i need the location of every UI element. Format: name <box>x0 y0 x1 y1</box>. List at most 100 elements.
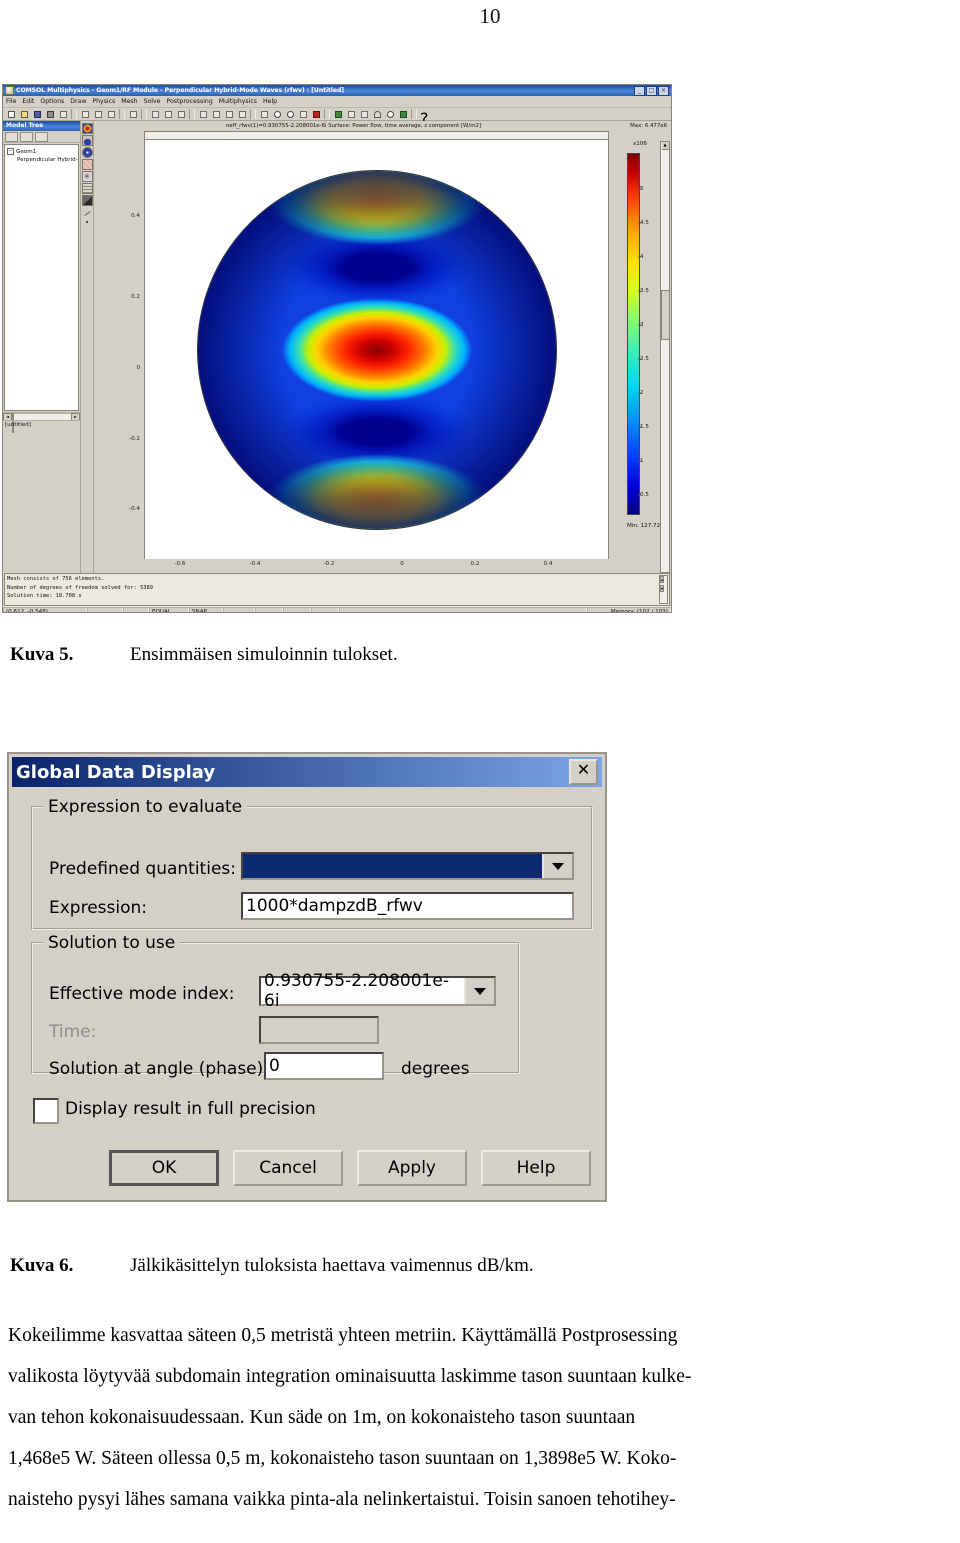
help-button[interactable]: Help <box>481 1150 591 1186</box>
scroll-up-icon[interactable]: ▲ <box>661 142 669 150</box>
mesh-stats-icon[interactable] <box>175 108 187 120</box>
tree-node-perpendicular-hybrid-mode[interactable]: Perpendicular Hybrid-M <box>7 156 78 164</box>
status-snap-indicator[interactable]: SNAP <box>189 607 223 612</box>
menu-item-multiphysics[interactable]: Multiphysics <box>219 98 257 105</box>
log-scrollbar[interactable]: ▲ ▼ <box>659 575 668 604</box>
tree-expander-icon[interactable]: − <box>7 148 14 155</box>
zoom-in-icon[interactable] <box>271 108 283 120</box>
x-tick-4: 0.2 <box>470 561 480 567</box>
circle-icon[interactable] <box>384 108 396 120</box>
status-equal-indicator[interactable]: EQUAL <box>149 607 189 612</box>
x-tick-3: 0 <box>400 561 404 567</box>
model-tree-hscrollbar[interactable]: ◄ ► <box>3 412 80 434</box>
boundary-settings-icon[interactable] <box>81 171 93 182</box>
window-title: COMSOL Multiphysics - Geom1/RF Module - … <box>16 87 345 94</box>
toolbar-separator <box>411 109 417 119</box>
status-bar: (0.612, -0.548) EQUAL SNAP Memory: (102 … <box>3 606 671 612</box>
close-icon[interactable]: ✕ <box>569 759 598 785</box>
draw-line-icon[interactable] <box>83 207 92 216</box>
effective-mode-index-combo[interactable]: 0.930755-2.208001e-6i <box>259 971 496 1011</box>
solution-at-angle-input[interactable]: 0 <box>264 1052 384 1080</box>
solution-group-label: Solution to use <box>43 933 181 953</box>
model-navigator-icon[interactable] <box>57 108 69 120</box>
figure-caption-kuva5: Kuva 5. Ensimmäisen simuloinnin tulokset. <box>10 644 398 666</box>
tree-tool-2-icon[interactable] <box>20 131 33 142</box>
rotate-icon[interactable] <box>345 108 357 120</box>
scale-icon[interactable] <box>358 108 370 120</box>
status-cell-blank-2 <box>123 607 149 612</box>
solution-at-angle-label: Solution at angle (phase): <box>49 1059 270 1079</box>
menu-item-help[interactable]: Help <box>263 98 277 105</box>
cut-icon[interactable] <box>79 108 91 120</box>
chevron-down-icon[interactable] <box>542 854 572 878</box>
cancel-button[interactable]: Cancel <box>233 1150 343 1186</box>
log-scroll-down-icon[interactable]: ▼ <box>660 584 665 592</box>
menu-item-edit[interactable]: Edit <box>22 98 34 105</box>
chevron-down-icon[interactable] <box>464 978 494 1004</box>
check-icon[interactable] <box>332 108 344 120</box>
solver-params-icon[interactable] <box>223 108 235 120</box>
menu-item-options[interactable]: Options <box>40 98 64 105</box>
menu-item-mesh[interactable]: Mesh <box>121 98 137 105</box>
copy-icon[interactable] <box>92 108 104 120</box>
subdomain-settings-icon[interactable] <box>81 159 93 170</box>
new-file-icon[interactable] <box>5 108 17 120</box>
surface-plot-icon[interactable] <box>81 123 93 134</box>
plot-params-icon[interactable] <box>236 108 248 120</box>
refine-mesh-icon[interactable] <box>162 108 174 120</box>
log-scroll-up-icon[interactable]: ▲ <box>660 576 665 583</box>
mode-field-plot[interactable] <box>144 140 609 559</box>
plot-expression-label: neff_rfwv(1)=0.930755-2.208001e-6i Surfa… <box>226 123 481 129</box>
x-tick-5: 0.4 <box>543 561 553 567</box>
close-icon[interactable]: × <box>658 85 669 96</box>
field-edge-falloff <box>197 170 556 529</box>
expression-input[interactable]: 1000*dampzdB_rfwv <box>241 892 574 920</box>
restart-solver-icon[interactable] <box>210 108 222 120</box>
point-settings-icon[interactable] <box>81 183 93 194</box>
zoom-extents-icon[interactable] <box>310 108 322 120</box>
ok-button[interactable]: OK <box>109 1150 219 1186</box>
mesh-triangle-icon[interactable] <box>149 108 161 120</box>
figure-caption-kuva6: Kuva 6. Jälkikäsittelyn tuloksista haetta… <box>10 1255 534 1277</box>
maximize-icon[interactable]: □ <box>646 85 657 96</box>
tree-tool-3-icon[interactable] <box>35 131 48 142</box>
print-icon[interactable] <box>44 108 56 120</box>
apply-button[interactable]: Apply <box>357 1150 467 1186</box>
menu-item-physics[interactable]: Physics <box>92 98 115 105</box>
tree-tool-1-icon[interactable] <box>5 131 18 142</box>
predefined-quantities-label: Predefined quantities: <box>49 859 236 879</box>
canvas-vertical-scrollbar[interactable]: ▲ <box>660 141 670 573</box>
minimize-icon[interactable]: _ <box>634 85 645 96</box>
draw-point-icon[interactable] <box>83 217 92 226</box>
menu-item-draw[interactable]: Draw <box>70 98 86 105</box>
predefined-quantities-combo[interactable] <box>241 852 574 880</box>
canvas-top-scrollbar[interactable] <box>144 131 609 140</box>
zoom-out-icon[interactable] <box>284 108 296 120</box>
save-icon[interactable] <box>31 108 43 120</box>
contour-plot-icon[interactable] <box>81 135 93 146</box>
window-body: Model Tree − Geom1 Perpendicular Hybrid-M… <box>3 121 671 573</box>
help-question-icon[interactable]: ? <box>419 108 431 128</box>
waveguide-cross-section <box>196 169 557 530</box>
zoom-window-icon[interactable] <box>297 108 309 120</box>
full-precision-checkbox[interactable] <box>33 1098 59 1124</box>
arrow-plot-icon[interactable] <box>81 147 93 158</box>
visualization-icon[interactable] <box>397 108 409 120</box>
model-tree[interactable]: − Geom1 Perpendicular Hybrid-M <box>4 144 79 411</box>
omega-icon[interactable] <box>371 108 383 120</box>
model-tree-panel: Model Tree − Geom1 Perpendicular Hybrid-M… <box>3 121 81 573</box>
vscroll-thumb[interactable] <box>660 290 670 340</box>
model-tree-toolbar <box>3 131 80 143</box>
solve-icon[interactable] <box>197 108 209 120</box>
pointer-icon[interactable] <box>127 108 139 120</box>
menu-item-file[interactable]: File <box>6 98 16 105</box>
tree-node-geom1[interactable]: − Geom1 <box>7 148 76 156</box>
log-line-1: Mesh consists of 756 elements. <box>7 576 105 582</box>
menu-item-postprocessing[interactable]: Postprocessing <box>166 98 212 105</box>
headlight-icon[interactable] <box>258 108 270 120</box>
open-file-icon[interactable] <box>18 108 30 120</box>
menu-item-solve[interactable]: Solve <box>144 98 161 105</box>
paste-icon[interactable] <box>105 108 117 120</box>
scene-light-icon[interactable] <box>81 195 93 206</box>
body-line-3: van tehon kokonaisuudessaan. Kun säde on… <box>8 1407 636 1428</box>
